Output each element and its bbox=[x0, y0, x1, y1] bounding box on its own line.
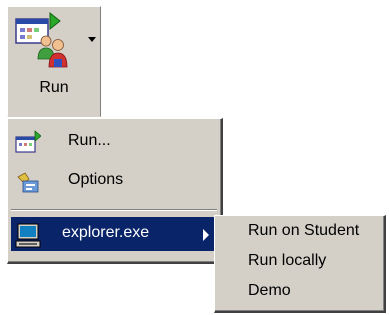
run-button-label: Run bbox=[39, 79, 69, 96]
run-users-icon bbox=[15, 11, 68, 68]
submenu-item-demo[interactable]: Demo bbox=[248, 282, 291, 300]
run-window-icon bbox=[15, 130, 41, 153]
run-dropdown-menu: Run... Options explorer.exe bbox=[7, 118, 223, 264]
menu-item-run[interactable]: Run... bbox=[11, 125, 217, 159]
menu-item-options[interactable]: Options bbox=[11, 164, 217, 198]
chevron-down-icon[interactable] bbox=[88, 37, 96, 42]
computer-icon bbox=[15, 223, 41, 248]
menu-item-label: Run... bbox=[68, 132, 111, 149]
run-toolbar-button[interactable]: Run bbox=[7, 6, 101, 117]
menu-item-explorer[interactable]: explorer.exe bbox=[11, 217, 217, 251]
menu-item-label: Options bbox=[68, 171, 124, 188]
submenu-item-run-on-student[interactable]: Run on Student bbox=[248, 222, 359, 240]
options-icon bbox=[17, 172, 39, 193]
submenu-arrow-icon bbox=[203, 229, 209, 241]
menu-separator bbox=[11, 209, 217, 211]
explorer-submenu: Run on Student Run locally Demo bbox=[214, 215, 386, 313]
submenu-item-run-locally[interactable]: Run locally bbox=[248, 252, 326, 270]
menu-item-label: explorer.exe bbox=[62, 224, 150, 241]
